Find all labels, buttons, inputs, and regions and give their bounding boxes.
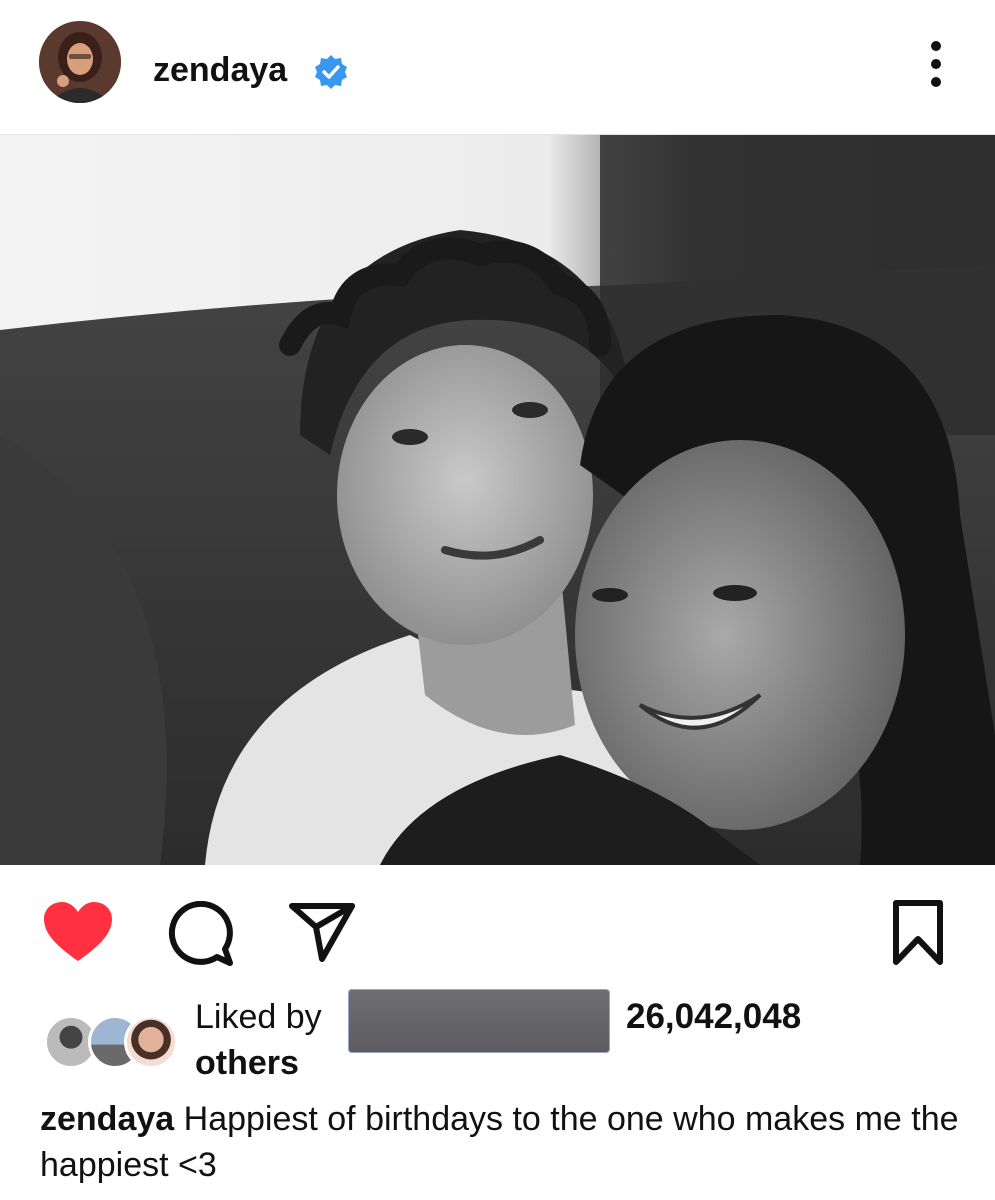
- post-username[interactable]: zendaya: [153, 50, 287, 90]
- caption-text: Happiest of birthdays to the one who mak…: [40, 1100, 959, 1184]
- like-count[interactable]: 26,042,048: [626, 996, 801, 1038]
- share-icon[interactable]: [288, 901, 356, 963]
- caption-username[interactable]: zendaya: [40, 1100, 174, 1138]
- liker-avatar: [124, 1015, 178, 1069]
- avatar[interactable]: [39, 21, 121, 103]
- avatar-image: [39, 21, 121, 103]
- post-header: zendaya: [0, 0, 995, 135]
- action-bar: [0, 865, 995, 985]
- liked-by-label[interactable]: Liked by: [195, 996, 322, 1038]
- post-caption: zendaya Happiest of birthdays to the one…: [40, 1096, 960, 1188]
- redacted-block: [348, 989, 610, 1053]
- post-image[interactable]: [0, 135, 995, 865]
- verified-badge-icon: [315, 55, 347, 89]
- post-photo: [0, 135, 995, 865]
- comment-icon[interactable]: [166, 901, 236, 967]
- heart-icon[interactable]: [42, 901, 114, 965]
- bookmark-icon[interactable]: [892, 899, 944, 967]
- others-label[interactable]: others: [195, 1042, 299, 1084]
- more-vertical-icon[interactable]: [918, 38, 954, 94]
